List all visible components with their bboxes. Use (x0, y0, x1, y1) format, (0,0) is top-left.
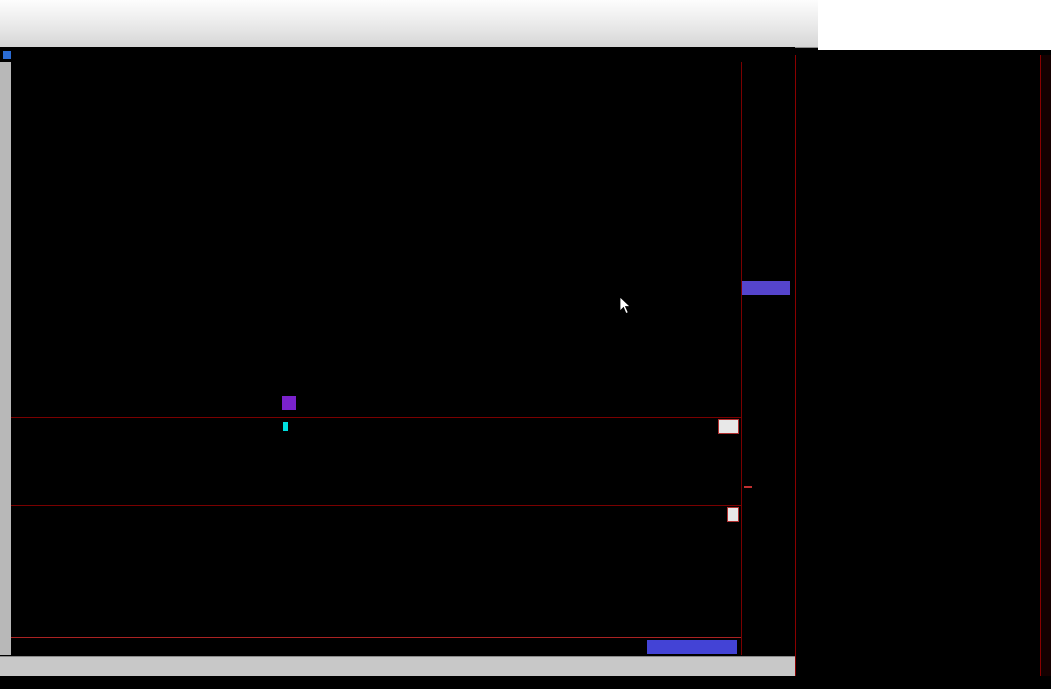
right-edge-strip (1040, 55, 1051, 676)
site-brand (818, 0, 1051, 50)
axis-divider (741, 62, 742, 655)
main-candlestick-chart[interactable] (11, 62, 741, 417)
badge-tick (283, 422, 288, 431)
quote-panel (795, 55, 1040, 676)
main-toolbar (0, 0, 1051, 50)
volume-type-dropdown[interactable] (718, 419, 739, 434)
volume-multiplier-label (744, 486, 752, 488)
indicator-pane-header (11, 505, 741, 522)
x-axis (11, 637, 741, 656)
status-bar (0, 676, 1051, 689)
left-tab-strip (0, 62, 11, 655)
volume-chart[interactable] (11, 433, 741, 503)
chart-region (11, 62, 795, 655)
date-highlight (647, 640, 737, 654)
chart-type-icon (3, 50, 11, 59)
cursor-price-label (742, 281, 790, 295)
mouse-cursor-icon (619, 296, 632, 315)
indicator-tabbar (0, 656, 795, 677)
price-axis (742, 62, 795, 655)
rank-badge[interactable] (282, 396, 296, 410)
indicator-help-button[interactable] (727, 507, 739, 522)
chart-titlebar (0, 47, 795, 63)
volume-pane-header (11, 417, 741, 434)
indicator-chart[interactable] (11, 520, 741, 636)
app-window (0, 0, 1051, 689)
